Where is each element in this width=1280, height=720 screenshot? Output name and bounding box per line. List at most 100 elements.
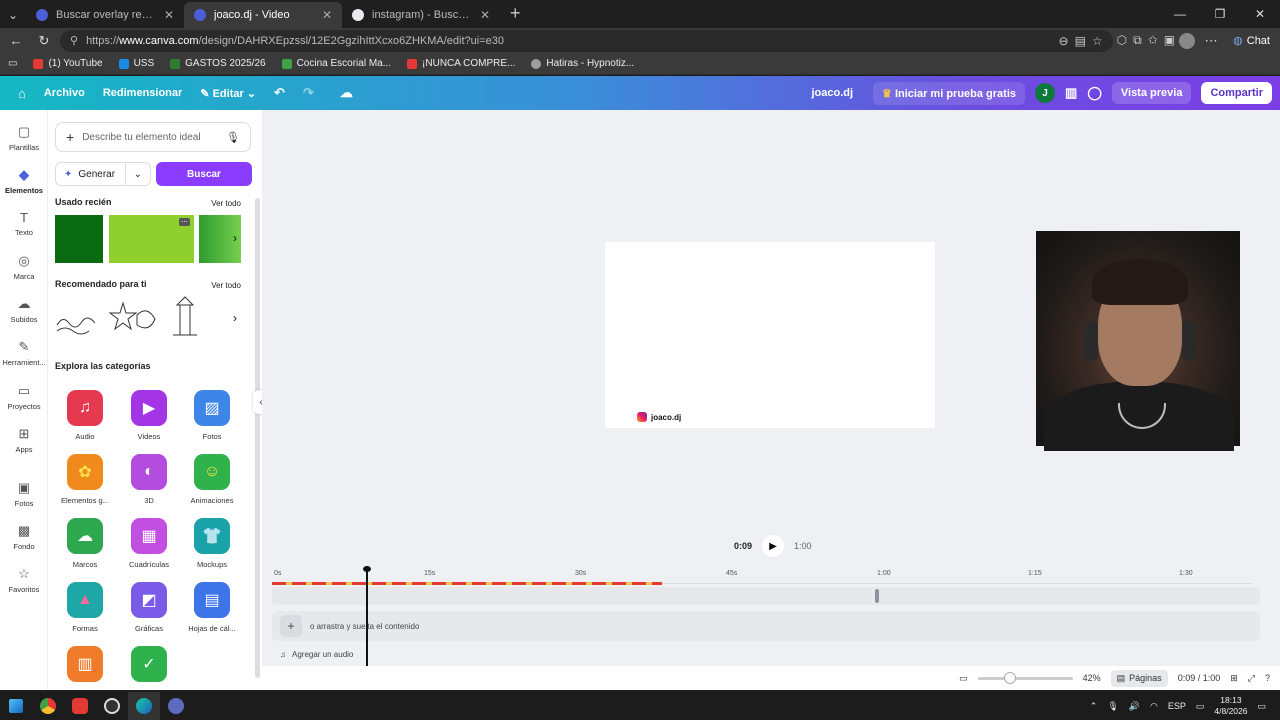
more-icon[interactable]: ⋯ bbox=[1199, 30, 1223, 52]
tab-buscar-overlay[interactable]: Buscar overlay redes - Canva ✕ bbox=[26, 2, 184, 28]
starfish-shell-element[interactable] bbox=[107, 295, 156, 343]
comments-icon[interactable]: ◯ bbox=[1087, 85, 1102, 101]
recent-see-all-link[interactable]: Ver todo bbox=[211, 199, 241, 208]
speaker-icon[interactable]: 🔊 bbox=[1129, 701, 1140, 712]
chevron-up-icon[interactable]: ⌃ bbox=[1090, 701, 1098, 712]
element-search-input[interactable]: + Describe tu elemento ideal 🎙 bbox=[55, 122, 251, 152]
editar-menu[interactable]: ✎ Editar ⌄ bbox=[200, 87, 256, 100]
category-videos[interactable]: ▶ Videos bbox=[119, 390, 179, 441]
home-icon[interactable]: ⌂ bbox=[18, 86, 26, 101]
rail-item-plantillas[interactable]: ▢ Plantillas bbox=[0, 124, 48, 152]
search-button[interactable]: Buscar bbox=[156, 162, 252, 186]
bookmark-cocina[interactable]: Cocina Escorial Ma... bbox=[281, 58, 391, 69]
tab-joaco-video[interactable]: joaco.dj - Video ✕ bbox=[184, 2, 342, 28]
wifi-icon[interactable]: ◠ bbox=[1150, 701, 1158, 712]
redimensionar-button[interactable]: Redimensionar bbox=[103, 87, 182, 99]
taskbar-chrome[interactable] bbox=[32, 692, 64, 720]
microphone-icon[interactable]: 🎙 bbox=[1107, 701, 1118, 712]
category-marcos[interactable]: ☁ Marcos bbox=[55, 518, 115, 569]
recent-element-dark-green[interactable] bbox=[55, 215, 103, 263]
profile-avatar[interactable] bbox=[1179, 32, 1196, 49]
recommended-see-all-link[interactable]: Ver todo bbox=[211, 281, 241, 290]
more-options-icon[interactable]: ⋯ bbox=[179, 218, 190, 226]
site-info-icon[interactable]: ⚲ bbox=[70, 34, 78, 47]
favorite-star-icon[interactable]: ☆ bbox=[1092, 34, 1103, 48]
rail-item-fotos[interactable]: ▣ Fotos bbox=[0, 480, 48, 508]
category-mockups[interactable]: 👕 Mockups bbox=[182, 518, 242, 569]
instagram-handle[interactable]: joaco.dj bbox=[637, 412, 681, 422]
recent-element-gradient[interactable]: › bbox=[199, 215, 241, 263]
lighthouse-element[interactable] bbox=[163, 295, 209, 343]
preview-button[interactable]: Vista previa bbox=[1111, 82, 1192, 104]
category-cuadriculas[interactable]: ▦ Cuadrículas bbox=[119, 518, 179, 569]
sidebar-toggle-icon[interactable]: ▭ bbox=[8, 58, 17, 69]
rail-item-marca[interactable]: ◎ Marca bbox=[0, 253, 48, 281]
category-animaciones[interactable]: ☺ Animaciones bbox=[182, 454, 242, 505]
add-audio-button[interactable]: ♫ Agregar un audio bbox=[280, 650, 353, 659]
timeline-playhead[interactable] bbox=[363, 566, 371, 666]
carousel-next-icon[interactable]: › bbox=[233, 311, 237, 325]
split-screen-icon[interactable]: ⧉ bbox=[1133, 33, 1142, 48]
free-trial-button[interactable]: ♛ Iniciar mi prueba gratis bbox=[873, 81, 1026, 105]
grid-view-icon[interactable]: ⊞ bbox=[1230, 673, 1238, 684]
taskbar-app[interactable] bbox=[160, 692, 192, 720]
redo-icon[interactable]: ↷ bbox=[303, 85, 314, 101]
page-end-marker[interactable] bbox=[875, 589, 879, 603]
undo-icon[interactable]: ↶ bbox=[274, 85, 285, 101]
tab-google-search[interactable]: instagram) - Buscar con Google ✕ bbox=[342, 2, 500, 28]
new-tab-button[interactable]: + bbox=[500, 3, 531, 28]
category-elementos-graficos[interactable]: ✿ Elementos g... bbox=[55, 454, 115, 505]
close-tab-icon[interactable]: ✕ bbox=[322, 8, 332, 22]
category-checklist[interactable]: ✓ bbox=[119, 646, 179, 688]
microphone-icon[interactable]: 🎙 bbox=[226, 131, 240, 144]
favorites-icon[interactable]: ✩ bbox=[1148, 33, 1158, 48]
category-hojas-de-calculo[interactable]: ▤ Hojas de cál... bbox=[182, 582, 242, 633]
notifications-icon[interactable]: ▭ bbox=[1257, 701, 1266, 712]
clock[interactable]: 18:13 4/8/2026 bbox=[1214, 695, 1247, 717]
category-table[interactable]: ▥ bbox=[55, 646, 115, 688]
design-page[interactable]: joaco.dj bbox=[605, 242, 935, 428]
bookmark-youtube[interactable]: (1) YouTube bbox=[33, 58, 103, 69]
cloud-save-icon[interactable]: ☁ bbox=[340, 85, 353, 101]
category-fotos[interactable]: ▨ Fotos bbox=[182, 390, 242, 441]
insights-chart-icon[interactable]: ▥ bbox=[1065, 85, 1077, 101]
rail-item-favoritos[interactable]: ☆ Favoritos bbox=[0, 566, 48, 594]
url-field[interactable]: ⚲ https://www.canva.com/design/DAHRXEpzs… bbox=[60, 29, 1113, 52]
rail-item-texto[interactable]: T Texto bbox=[0, 210, 48, 237]
rail-item-subidos[interactable]: ☁ Subidos bbox=[0, 296, 48, 324]
taskbar-youtube[interactable] bbox=[64, 692, 96, 720]
user-avatar[interactable]: J bbox=[1035, 83, 1056, 103]
taskbar-obs[interactable] bbox=[96, 692, 128, 720]
zoom-level[interactable]: 42% bbox=[1083, 673, 1101, 683]
collections-icon[interactable]: ▣ bbox=[1164, 33, 1175, 48]
maximize-icon[interactable]: ❐ bbox=[1200, 0, 1240, 28]
zoom-slider-knob[interactable] bbox=[1003, 671, 1016, 684]
extensions-icon[interactable]: ⬡ bbox=[1117, 33, 1127, 48]
close-tab-icon[interactable]: ✕ bbox=[164, 8, 174, 22]
play-button[interactable]: ▶ bbox=[762, 535, 785, 557]
reader-icon[interactable]: ▤ bbox=[1075, 34, 1086, 48]
generate-button[interactable]: ✦ Generar ⌄ bbox=[55, 162, 151, 186]
taskbar-edge[interactable] bbox=[128, 692, 160, 720]
tab-actions-icon[interactable]: ⌄ bbox=[0, 2, 26, 28]
copilot-chat-button[interactable]: ◍ Chat bbox=[1227, 34, 1276, 48]
category-audio[interactable]: ♫ Audio bbox=[55, 390, 115, 441]
rail-item-fondo[interactable]: ▩ Fondo bbox=[0, 523, 48, 551]
project-name[interactable]: joaco.dj bbox=[811, 87, 853, 99]
bookmark-uss[interactable]: USS bbox=[118, 58, 154, 69]
rail-item-elementos[interactable]: ◆ Elementos bbox=[0, 167, 48, 195]
back-icon[interactable]: ← bbox=[4, 30, 28, 52]
add-content-dropzone[interactable]: + o arrastra y suelta el contenido bbox=[272, 611, 1260, 641]
pages-button[interactable]: ▤ Páginas bbox=[1110, 669, 1168, 687]
wave-sketch-element[interactable] bbox=[55, 295, 101, 343]
start-button[interactable] bbox=[0, 692, 32, 720]
zoom-slider[interactable] bbox=[977, 671, 1073, 684]
archivo-menu[interactable]: Archivo bbox=[44, 87, 85, 99]
category-graficas[interactable]: ◩ Gráficas bbox=[119, 582, 179, 633]
bookmark-hatiras[interactable]: Hatiras - Hypnotiz... bbox=[531, 58, 634, 69]
panel-scrollbar[interactable] bbox=[255, 198, 260, 678]
bookmark-nunca-compre[interactable]: ¡NUNCA COMPRE... bbox=[407, 58, 515, 69]
minimize-icon[interactable]: — bbox=[1160, 0, 1200, 28]
chevron-down-icon[interactable]: ⌄ bbox=[124, 163, 142, 185]
fullscreen-icon[interactable]: ⤢ bbox=[1248, 673, 1255, 684]
